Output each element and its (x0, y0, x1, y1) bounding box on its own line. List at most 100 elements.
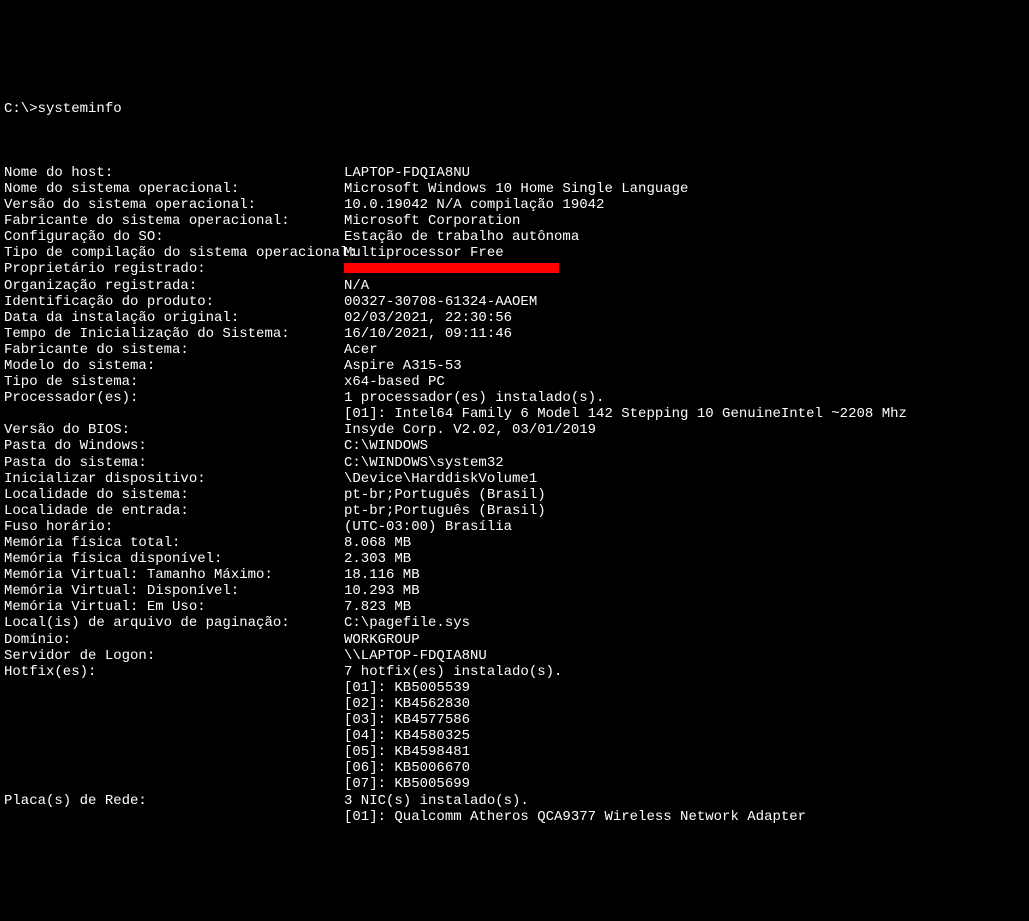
info-row: Fuso horário:(UTC-03:00) Brasília (4, 519, 1025, 535)
info-row: Fabricante do sistema:Acer (4, 342, 1025, 358)
info-value: 1 processador(es) instalado(s). (344, 390, 1025, 406)
systeminfo-output: Nome do host:LAPTOP-FDQIA8NUNome do sist… (4, 165, 1025, 825)
info-value: pt-br;Português (Brasil) (344, 487, 1025, 503)
info-row: Nome do host:LAPTOP-FDQIA8NU (4, 165, 1025, 181)
info-row: Pasta do Windows:C:\WINDOWS (4, 438, 1025, 454)
info-row: Placa(s) de Rede:3 NIC(s) instalado(s). (4, 793, 1025, 809)
info-value: [04]: KB4580325 (344, 728, 1025, 744)
info-label: Proprietário registrado: (4, 261, 344, 277)
info-value: N/A (344, 278, 1025, 294)
info-value: Estação de trabalho autônoma (344, 229, 1025, 245)
info-label: Identificação do produto: (4, 294, 344, 310)
info-label (4, 696, 344, 712)
info-value: [02]: KB4562830 (344, 696, 1025, 712)
info-value: [01]: Intel64 Family 6 Model 142 Steppin… (344, 406, 1025, 422)
info-row: Nome do sistema operacional:Microsoft Wi… (4, 181, 1025, 197)
info-value: x64-based PC (344, 374, 1025, 390)
info-label: Data da instalação original: (4, 310, 344, 326)
info-value: Microsoft Windows 10 Home Single Languag… (344, 181, 1025, 197)
info-label (4, 728, 344, 744)
info-value: [07]: KB5005699 (344, 776, 1025, 792)
info-row: Tipo de compilação do sistema operaciona… (4, 245, 1025, 261)
info-row: Memória Virtual: Disponível:10.293 MB (4, 583, 1025, 599)
info-label (4, 776, 344, 792)
info-value: Aspire A315-53 (344, 358, 1025, 374)
info-row: Versão do sistema operacional:10.0.19042… (4, 197, 1025, 213)
info-label: Pasta do sistema: (4, 455, 344, 471)
info-label (4, 712, 344, 728)
info-row: Versão do BIOS:Insyde Corp. V2.02, 03/01… (4, 422, 1025, 438)
info-label: Pasta do Windows: (4, 438, 344, 454)
info-row: Memória Virtual: Tamanho Máximo:18.116 M… (4, 567, 1025, 583)
info-label: Nome do sistema operacional: (4, 181, 344, 197)
info-value: 3 NIC(s) instalado(s). (344, 793, 1025, 809)
info-row: [01]: Intel64 Family 6 Model 142 Steppin… (4, 406, 1025, 422)
info-row: Organização registrada:N/A (4, 278, 1025, 294)
info-value: pt-br;Português (Brasil) (344, 503, 1025, 519)
info-label (4, 744, 344, 760)
info-value: [01]: KB5005539 (344, 680, 1025, 696)
info-label (4, 406, 344, 422)
command-prompt: C:\>systeminfo (4, 101, 1025, 117)
info-value: Microsoft Corporation (344, 213, 1025, 229)
info-row: Memória física total:8.068 MB (4, 535, 1025, 551)
info-row: Processador(es):1 processador(es) instal… (4, 390, 1025, 406)
info-value: [01]: Qualcomm Atheros QCA9377 Wireless … (344, 809, 1025, 825)
info-label: Localidade de entrada: (4, 503, 344, 519)
info-label: Organização registrada: (4, 278, 344, 294)
info-row: Tipo de sistema:x64-based PC (4, 374, 1025, 390)
info-row: Proprietário registrado: (4, 261, 1025, 277)
info-label: Versão do BIOS: (4, 422, 344, 438)
info-label: Modelo do sistema: (4, 358, 344, 374)
info-label: Tempo de Inicialização do Sistema: (4, 326, 344, 342)
info-value: C:\WINDOWS (344, 438, 1025, 454)
info-value: [03]: KB4577586 (344, 712, 1025, 728)
info-row: Identificação do produto:00327-30708-613… (4, 294, 1025, 310)
info-row: [06]: KB5006670 (4, 760, 1025, 776)
info-value: WORKGROUP (344, 632, 1025, 648)
info-row: [05]: KB4598481 (4, 744, 1025, 760)
info-label: Nome do host: (4, 165, 344, 181)
info-value: 2.303 MB (344, 551, 1025, 567)
info-label: Fuso horário: (4, 519, 344, 535)
info-row: Local(is) de arquivo de paginação:C:\pag… (4, 615, 1025, 631)
info-row: Servidor de Logon:\\LAPTOP-FDQIA8NU (4, 648, 1025, 664)
info-value: (UTC-03:00) Brasília (344, 519, 1025, 535)
info-label: Memória Virtual: Disponível: (4, 583, 344, 599)
info-value: 8.068 MB (344, 535, 1025, 551)
info-row: [03]: KB4577586 (4, 712, 1025, 728)
info-row: Pasta do sistema:C:\WINDOWS\system32 (4, 455, 1025, 471)
info-row: Hotfix(es):7 hotfix(es) instalado(s). (4, 664, 1025, 680)
info-row: Data da instalação original:02/03/2021, … (4, 310, 1025, 326)
info-label: Tipo de compilação do sistema operaciona… (4, 245, 344, 261)
info-value: 02/03/2021, 22:30:56 (344, 310, 1025, 326)
info-label: Memória Virtual: Em Uso: (4, 599, 344, 615)
info-value: C:\pagefile.sys (344, 615, 1025, 631)
info-row: Localidade de entrada:pt-br;Português (B… (4, 503, 1025, 519)
info-row: Modelo do sistema:Aspire A315-53 (4, 358, 1025, 374)
info-row: [01]: KB5005539 (4, 680, 1025, 696)
info-label: Servidor de Logon: (4, 648, 344, 664)
info-row: Configuração do SO:Estação de trabalho a… (4, 229, 1025, 245)
info-value: 7 hotfix(es) instalado(s). (344, 664, 1025, 680)
info-label: Versão do sistema operacional: (4, 197, 344, 213)
info-value: C:\WINDOWS\system32 (344, 455, 1025, 471)
info-value: [05]: KB4598481 (344, 744, 1025, 760)
info-value: Acer (344, 342, 1025, 358)
info-label: Fabricante do sistema operacional: (4, 213, 344, 229)
info-label (4, 809, 344, 825)
info-row: [02]: KB4562830 (4, 696, 1025, 712)
info-label: Localidade do sistema: (4, 487, 344, 503)
info-label: Local(is) de arquivo de paginação: (4, 615, 344, 631)
info-row: [07]: KB5005699 (4, 776, 1025, 792)
info-row: [04]: KB4580325 (4, 728, 1025, 744)
info-value: 10.293 MB (344, 583, 1025, 599)
info-label: Domínio: (4, 632, 344, 648)
info-value: Insyde Corp. V2.02, 03/01/2019 (344, 422, 1025, 438)
info-label: Tipo de sistema: (4, 374, 344, 390)
info-row: Tempo de Inicialização do Sistema:16/10/… (4, 326, 1025, 342)
info-label: Inicializar dispositivo: (4, 471, 344, 487)
info-row: Inicializar dispositivo:\Device\Harddisk… (4, 471, 1025, 487)
info-value: Multiprocessor Free (344, 245, 1025, 261)
info-value: \Device\HarddiskVolume1 (344, 471, 1025, 487)
